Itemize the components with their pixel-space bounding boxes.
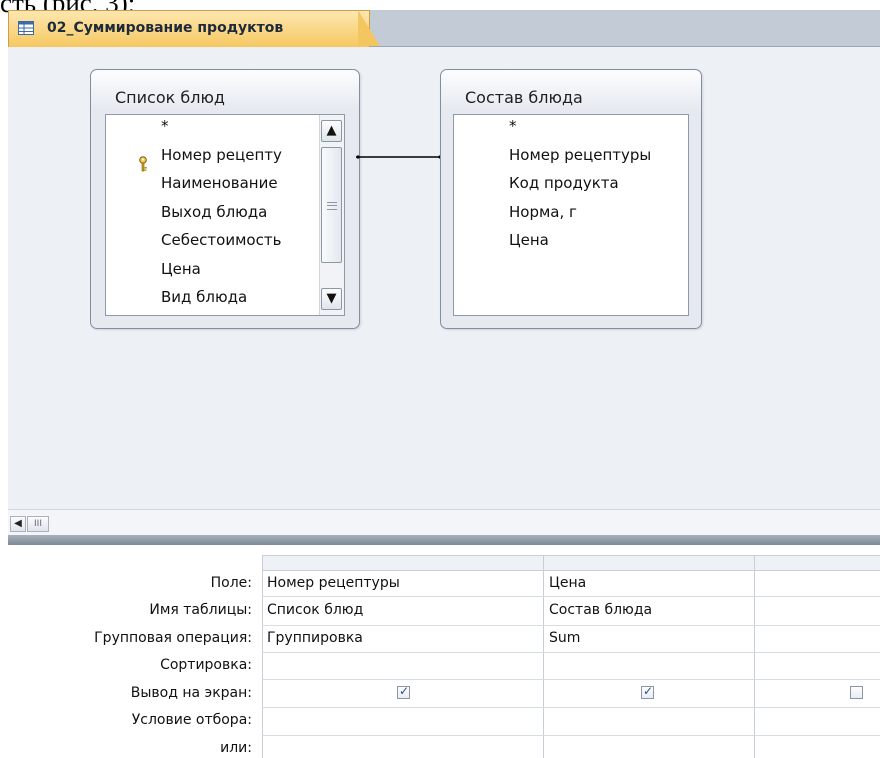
primary-key-icon: [139, 156, 147, 172]
row-label-criteria: Условие отбора:: [131, 712, 252, 728]
field-item-naimenovanie[interactable]: Наименование: [161, 174, 278, 192]
grid-cell-field[interactable]: Цена: [549, 575, 586, 591]
row-label-field: Поле:: [210, 575, 252, 591]
table-title: Список блюд: [115, 88, 225, 107]
check-mark-icon: ✓: [643, 684, 654, 698]
field-item-kod-produkta[interactable]: Код продукта: [509, 174, 619, 192]
query-tab[interactable]: 02_Суммирование продуктов: [8, 10, 370, 47]
field-item-vyhod[interactable]: Выход блюда: [161, 203, 267, 221]
document-tab-strip: 02_Суммирование продуктов: [8, 10, 880, 47]
field-item-asterisk[interactable]: *: [509, 117, 517, 135]
field-item-sebestoimost[interactable]: Себестоимость: [161, 231, 281, 249]
field-item-vid[interactable]: Вид блюда: [161, 288, 247, 306]
grid-cell-table[interactable]: Список блюд: [267, 602, 363, 618]
column-selector-row[interactable]: [262, 555, 880, 571]
scroll-up-button[interactable]: ▲: [321, 120, 342, 142]
table-list-spisok-blyud[interactable]: Список блюд * Номер рецепту Наименование…: [90, 69, 360, 329]
grid-line: [754, 555, 755, 758]
relationship-line[interactable]: [356, 153, 442, 161]
tab-corner: [358, 10, 380, 46]
field-item-nomer[interactable]: Номер рецепту: [161, 146, 282, 164]
field-list[interactable]: * Номер рецептуры Код продукта Норма, г …: [453, 114, 689, 316]
check-mark-icon: ✓: [399, 684, 410, 698]
grid-line: [262, 625, 880, 626]
thumb-grip: [327, 202, 337, 210]
row-label-or: или:: [220, 740, 252, 756]
field-item-cena[interactable]: Цена: [161, 260, 201, 278]
grid-line: [543, 555, 544, 758]
grid-line: [262, 596, 880, 597]
field-item-nomer-receptury[interactable]: Номер рецептуры: [509, 146, 651, 164]
grid-line: [262, 707, 880, 708]
scroll-down-button[interactable]: ▼: [321, 288, 342, 310]
row-label-sort: Сортировка:: [160, 657, 252, 673]
grid-cell-field[interactable]: Номер рецептуры: [267, 575, 400, 591]
field-item-cena[interactable]: Цена: [509, 231, 549, 249]
show-checkbox[interactable]: ✓: [641, 684, 654, 699]
table-title: Состав блюда: [465, 88, 583, 107]
grid-cell-group[interactable]: Sum: [549, 630, 580, 646]
grid-line: [262, 679, 880, 680]
vertical-scrollbar[interactable]: ▲ ▼: [319, 115, 344, 315]
row-label-group: Групповая операция:: [94, 630, 252, 646]
scroll-thumb[interactable]: III: [27, 516, 49, 532]
grid-line: [262, 652, 880, 653]
grid-line: [262, 555, 263, 758]
grid-cell-table[interactable]: Состав блюда: [549, 602, 652, 618]
query-design-canvas: Список блюд * Номер рецепту Наименование…: [8, 47, 880, 509]
row-label-table: Имя таблицы:: [149, 602, 252, 618]
row-label-show: Вывод на экран:: [130, 685, 252, 701]
table-list-sostav-blyuda[interactable]: Состав блюда * Номер рецептуры Код проду…: [440, 69, 702, 329]
field-item-norma[interactable]: Норма, г: [509, 203, 577, 221]
show-checkbox[interactable]: ✓: [397, 684, 410, 699]
show-checkbox[interactable]: [850, 686, 863, 699]
field-item-asterisk[interactable]: *: [161, 117, 169, 135]
pane-splitter[interactable]: [8, 535, 880, 545]
query-icon: [18, 21, 34, 35]
grid-line: [262, 735, 880, 736]
horizontal-scrollbar[interactable]: ◀ III: [8, 509, 880, 536]
scroll-thumb[interactable]: [321, 147, 342, 263]
field-list[interactable]: * Номер рецепту Наименование Выход блюда…: [105, 114, 345, 316]
grid-cell-group[interactable]: Группировка: [267, 630, 363, 646]
scroll-left-button[interactable]: ◀: [10, 516, 26, 532]
query-design-grid: Поле: Имя таблицы: Групповая операция: С…: [8, 545, 880, 758]
query-tab-title: 02_Суммирование продуктов: [47, 20, 284, 36]
